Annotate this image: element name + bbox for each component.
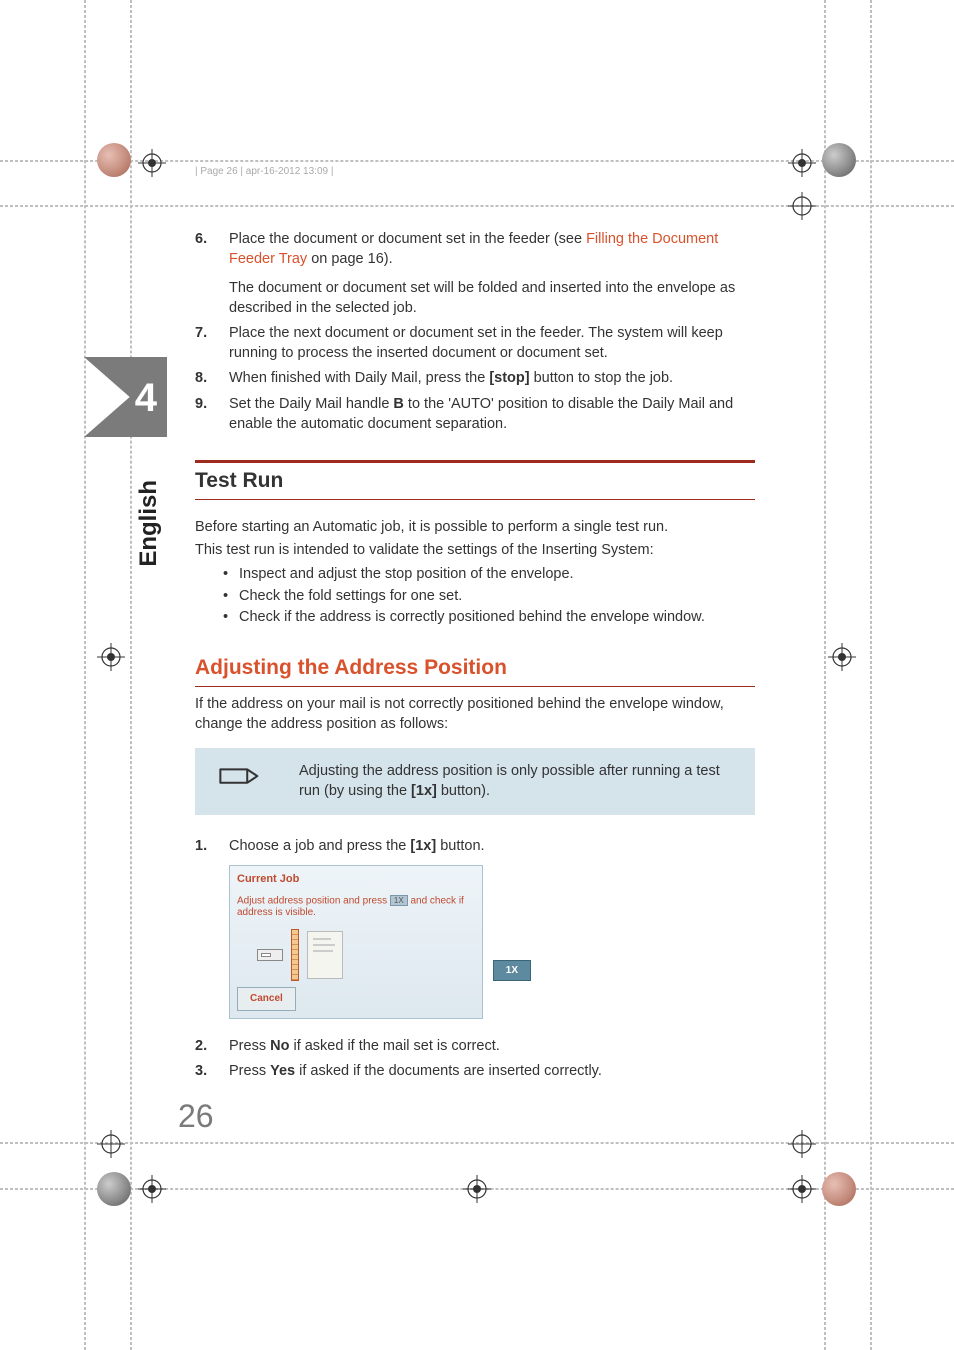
step-9: 9. Set the Daily Mail handle B to the 'A… (195, 395, 755, 434)
screenshot-subtitle: Adjust address position and press 1X and… (237, 895, 475, 919)
page-preview-icon (307, 931, 343, 979)
step-6: 6. Place the document or document set in… (195, 230, 755, 318)
screenshot-adjust-address: Current Job Adjust address position and … (229, 865, 483, 1019)
step-2: 2. Press No if asked if the mail set is … (195, 1037, 755, 1057)
section-tab: 4 (84, 357, 167, 437)
test-run-bullets: Inspect and adjust the stop position of … (223, 565, 755, 628)
step-num: 2. (195, 1037, 229, 1057)
step-7: 7. Place the next document or document s… (195, 324, 755, 363)
steps-adjusting-1: 1. Choose a job and press the [1x] butto… (195, 837, 755, 857)
screenshot-bottom-row: Cancel (237, 987, 475, 1011)
step-text: Place the document or document set in th… (229, 230, 755, 318)
dashed-v-left-inner (130, 0, 132, 1350)
screenshot-preview: 1X (257, 929, 475, 981)
corner-circle-br (822, 1172, 856, 1206)
language-label: English (133, 480, 165, 567)
cancel-button[interactable]: Cancel (237, 987, 296, 1011)
reg-mark-bot-right (788, 1175, 816, 1203)
reg-mark-left-mid (97, 643, 125, 671)
reg-mark-top-right (788, 149, 816, 177)
step-text: Press No if asked if the mail set is cor… (229, 1037, 755, 1057)
step-text: Place the next document or document set … (229, 324, 755, 363)
note-box: Adjusting the address position is only p… (195, 748, 755, 815)
step-8: 8. When finished with Daily Mail, press … (195, 369, 755, 389)
reg-mark-bot-left2 (97, 1130, 125, 1158)
envelope-icon (257, 949, 283, 961)
content-area: 6. Place the document or document set in… (195, 230, 755, 1088)
step-text: Press Yes if asked if the documents are … (229, 1062, 755, 1082)
step-1: 1. Choose a job and press the [1x] butto… (195, 837, 755, 857)
step-text: When finished with Daily Mail, press the… (229, 369, 755, 389)
bullet-item: Check the fold settings for one set. (223, 587, 755, 607)
reg-mark-top-left (138, 149, 166, 177)
steps-adjusting-2: 2. Press No if asked if the mail set is … (195, 1037, 755, 1082)
step-num: 8. (195, 369, 229, 389)
heading-test-run: Test Run (195, 467, 755, 495)
button-1x[interactable]: 1X (493, 960, 531, 982)
reg-mark-right-mid (828, 643, 856, 671)
corner-circle-tl (97, 143, 131, 177)
reg-mark-mid-top-right (788, 192, 816, 220)
corner-circle-bl (97, 1172, 131, 1206)
heading-adjusting: Adjusting the Address Position (195, 654, 755, 682)
step-num: 9. (195, 395, 229, 415)
step-num: 1. (195, 837, 229, 857)
step-text: Set the Daily Mail handle B to the 'AUTO… (229, 395, 755, 434)
adjusting-intro: If the address on your mail is not corre… (195, 695, 755, 734)
corner-circle-tr (822, 143, 856, 177)
reg-mark-bot-center (463, 1175, 491, 1203)
note-icon (217, 766, 259, 788)
dashed-v-right (870, 0, 872, 1350)
step-3: 3. Press Yes if asked if the documents a… (195, 1062, 755, 1082)
page-number: 26 (178, 1095, 214, 1138)
test-run-p2: This test run is intended to validate th… (195, 541, 755, 561)
step-text: Choose a job and press the [1x] button. (229, 837, 755, 857)
steps-first: 6. Place the document or document set in… (195, 230, 755, 434)
step-sub: The document or document set will be fol… (229, 279, 755, 318)
section-number: 4 (135, 371, 157, 425)
inline-1x-icon: 1X (390, 895, 408, 907)
ruler-icon (291, 929, 299, 981)
hr-heavy (195, 460, 755, 463)
step-num: 7. (195, 324, 229, 344)
reg-mark-bot-left (138, 1175, 166, 1203)
bullet-item: Check if the address is correctly positi… (223, 608, 755, 628)
reg-mark-bot-right2 (788, 1130, 816, 1158)
screenshot-title: Current Job (237, 872, 475, 887)
bullet-item: Inspect and adjust the stop position of … (223, 565, 755, 585)
test-run-p1: Before starting an Automatic job, it is … (195, 518, 755, 538)
step-num: 3. (195, 1062, 229, 1082)
dashed-v-right-inner (824, 0, 826, 1350)
step-num: 6. (195, 230, 229, 250)
note-text: Adjusting the address position is only p… (299, 762, 733, 801)
header-info: | Page 26 | apr-16-2012 13:09 | (195, 165, 333, 179)
dashed-v-left (84, 0, 86, 1350)
